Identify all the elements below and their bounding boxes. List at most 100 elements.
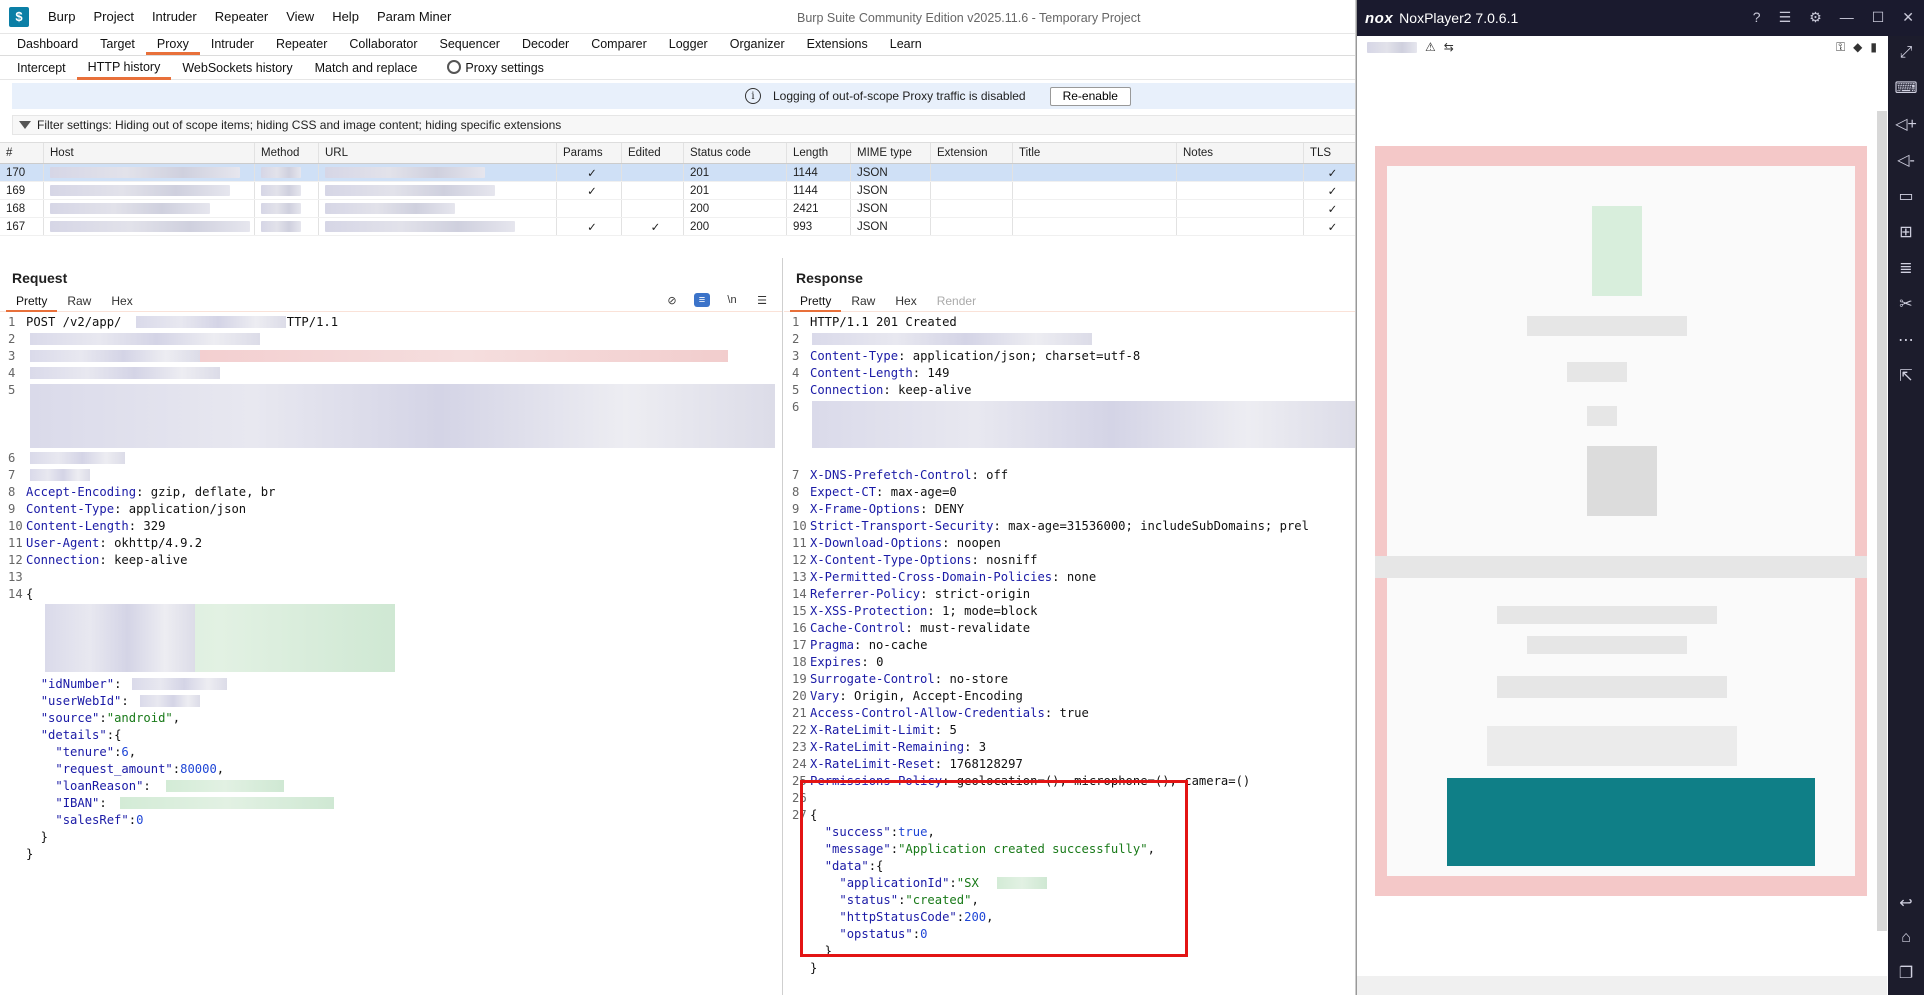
- cell-redacted: [319, 182, 557, 199]
- menu-param-miner[interactable]: Param Miner: [368, 9, 460, 24]
- menu-help[interactable]: Help: [323, 9, 368, 24]
- home-icon[interactable]: ⌂: [1901, 929, 1911, 947]
- more-icon[interactable]: ⋯: [1898, 330, 1914, 350]
- tab-hex[interactable]: Hex: [101, 290, 142, 312]
- maximize-icon[interactable]: ☐: [1872, 9, 1885, 26]
- menu-icon[interactable]: ☰: [1779, 9, 1792, 26]
- cell-redacted: [255, 218, 319, 235]
- column-header[interactable]: Edited: [622, 143, 684, 163]
- volume-up-icon[interactable]: ◁+: [1895, 114, 1917, 134]
- keyboard-icon[interactable]: ⌨: [1894, 78, 1917, 98]
- tab-pretty[interactable]: Pretty: [790, 290, 842, 312]
- android-screen[interactable]: ⚠ ⇆ ⚿ ◆ ▮: [1357, 36, 1887, 976]
- cell-redacted: [44, 200, 255, 217]
- menu-project[interactable]: Project: [84, 9, 142, 24]
- header-line: 10 Content-Length: 329: [8, 519, 166, 533]
- filter-text: Filter settings: Hiding out of scope ite…: [37, 118, 562, 132]
- column-header[interactable]: Length: [787, 143, 851, 163]
- column-header[interactable]: Method: [255, 143, 319, 163]
- table-header: # Host Method URL Params Edited Status code Len…: [0, 142, 1355, 164]
- tab-organizer[interactable]: Organizer: [719, 37, 796, 55]
- tab-sequencer[interactable]: Sequencer: [428, 37, 510, 55]
- battery-icon: ▮: [1870, 40, 1877, 54]
- proxy-settings-button[interactable]: Proxy settings: [436, 56, 555, 80]
- scissors-icon[interactable]: ✂: [1899, 294, 1912, 314]
- table-row[interactable]: 168 200 2421 JSON ✓: [0, 200, 1355, 218]
- add-apk-icon[interactable]: ⊞: [1899, 222, 1912, 242]
- column-header[interactable]: Title: [1013, 143, 1177, 163]
- recent-apps-icon[interactable]: ❐: [1899, 963, 1913, 983]
- tab-render[interactable]: Render: [927, 290, 986, 312]
- menu-intruder[interactable]: Intruder: [143, 9, 206, 24]
- re-enable-button[interactable]: Re-enable: [1049, 86, 1131, 106]
- header-line: 17 Pragma: no-cache: [792, 638, 928, 652]
- tab-extensions[interactable]: Extensions: [796, 37, 879, 55]
- tab-http-history[interactable]: HTTP history: [76, 56, 172, 80]
- table-row[interactable]: 170 ✓ 201 1144 JSON ✓: [0, 164, 1355, 182]
- minimize-icon[interactable]: —: [1840, 9, 1854, 26]
- export-icon[interactable]: ⇱: [1899, 366, 1912, 386]
- menu-icon[interactable]: ☰: [754, 293, 770, 307]
- screen-icon[interactable]: ▭: [1898, 186, 1913, 206]
- header-line: 12 X-Content-Type-Options: nosniff: [792, 553, 1038, 567]
- header-line: 19 Surrogate-Control: no-store: [792, 672, 1009, 686]
- cell-empty: [1177, 164, 1304, 181]
- table-row[interactable]: 169 ✓ 201 1144 JSON ✓: [0, 182, 1355, 200]
- menu-repeater[interactable]: Repeater: [206, 9, 277, 24]
- response-editor[interactable]: 1 HTTP/1.1 201 Created 2 3 Content-Type: a…: [784, 314, 1355, 995]
- column-header[interactable]: #: [0, 143, 44, 163]
- tab-collaborator[interactable]: Collaborator: [338, 37, 428, 55]
- column-header[interactable]: Params: [557, 143, 622, 163]
- tab-logger[interactable]: Logger: [658, 37, 719, 55]
- multi-instance-icon[interactable]: ≣: [1899, 258, 1912, 278]
- tab-proxy[interactable]: Proxy: [145, 37, 200, 55]
- tab-dashboard[interactable]: Dashboard: [6, 37, 89, 55]
- tab-comparer[interactable]: Comparer: [580, 37, 658, 55]
- tab-websockets-history[interactable]: WebSockets history: [171, 56, 303, 80]
- tab-intruder[interactable]: Intruder: [200, 37, 265, 55]
- tab-repeater[interactable]: Repeater: [265, 37, 338, 55]
- help-icon[interactable]: ?: [1753, 9, 1761, 26]
- request-view-tabs: Pretty Raw Hex ⊘ ≡ \n ☰: [0, 290, 782, 312]
- column-header[interactable]: MIME type: [851, 143, 931, 163]
- tab-raw[interactable]: Raw: [57, 290, 101, 312]
- request-editor[interactable]: 1 POST /v2/app/HTTP/1.1 2 3 4 5 6 7 8 Acce…: [0, 314, 782, 995]
- response-pane: Response Pretty Raw Hex Render 1 HTTP/1.1…: [784, 258, 1355, 995]
- column-header[interactable]: Extension: [931, 143, 1013, 163]
- tab-pretty[interactable]: Pretty: [6, 290, 58, 312]
- scrollbar[interactable]: [1877, 111, 1887, 931]
- menu-view[interactable]: View: [277, 9, 323, 24]
- cell-redacted: [44, 218, 255, 235]
- window-title: Burp Suite Community Edition v2025.11.6 …: [797, 11, 1141, 25]
- tab-decoder[interactable]: Decoder: [511, 37, 580, 55]
- column-header[interactable]: URL: [319, 143, 557, 163]
- wrap-lines-icon[interactable]: ≡: [694, 293, 710, 307]
- column-header[interactable]: Notes: [1177, 143, 1304, 163]
- cell-tls: ✓: [1304, 182, 1355, 199]
- newline-icon[interactable]: \n: [724, 293, 740, 307]
- app-primary-button[interactable]: [1447, 778, 1815, 866]
- gear-icon[interactable]: ⚙: [1809, 9, 1822, 26]
- tab-target[interactable]: Target: [89, 37, 146, 55]
- column-header[interactable]: Host: [44, 143, 255, 163]
- table-row[interactable]: 167 ✓ ✓ 200 993 JSON ✓: [0, 218, 1355, 236]
- close-icon[interactable]: ✕: [1902, 9, 1914, 26]
- column-header[interactable]: Status code: [684, 143, 787, 163]
- header-line: 7 X-DNS-Prefetch-Control: off: [792, 468, 1009, 482]
- menu-burp[interactable]: Burp: [39, 9, 84, 24]
- tab-learn[interactable]: Learn: [879, 37, 933, 55]
- tab-raw[interactable]: Raw: [841, 290, 885, 312]
- hide-icon[interactable]: ⊘: [664, 293, 680, 307]
- cell-num: 169: [0, 182, 44, 199]
- tab-intercept[interactable]: Intercept: [6, 56, 77, 80]
- back-icon[interactable]: ↩: [1899, 893, 1912, 913]
- cell-status: 200: [684, 218, 787, 235]
- volume-down-icon[interactable]: ◁-: [1897, 150, 1915, 170]
- gear-icon: [447, 59, 462, 74]
- tab-match-and-replace[interactable]: Match and replace: [304, 56, 429, 80]
- header-line: 12 Connection: keep-alive: [8, 553, 188, 567]
- tab-hex[interactable]: Hex: [885, 290, 926, 312]
- fullscreen-icon[interactable]: ⤢: [1900, 44, 1913, 62]
- filter-bar[interactable]: Filter settings: Hiding out of scope ite…: [12, 115, 1355, 135]
- column-header[interactable]: TLS: [1304, 143, 1355, 163]
